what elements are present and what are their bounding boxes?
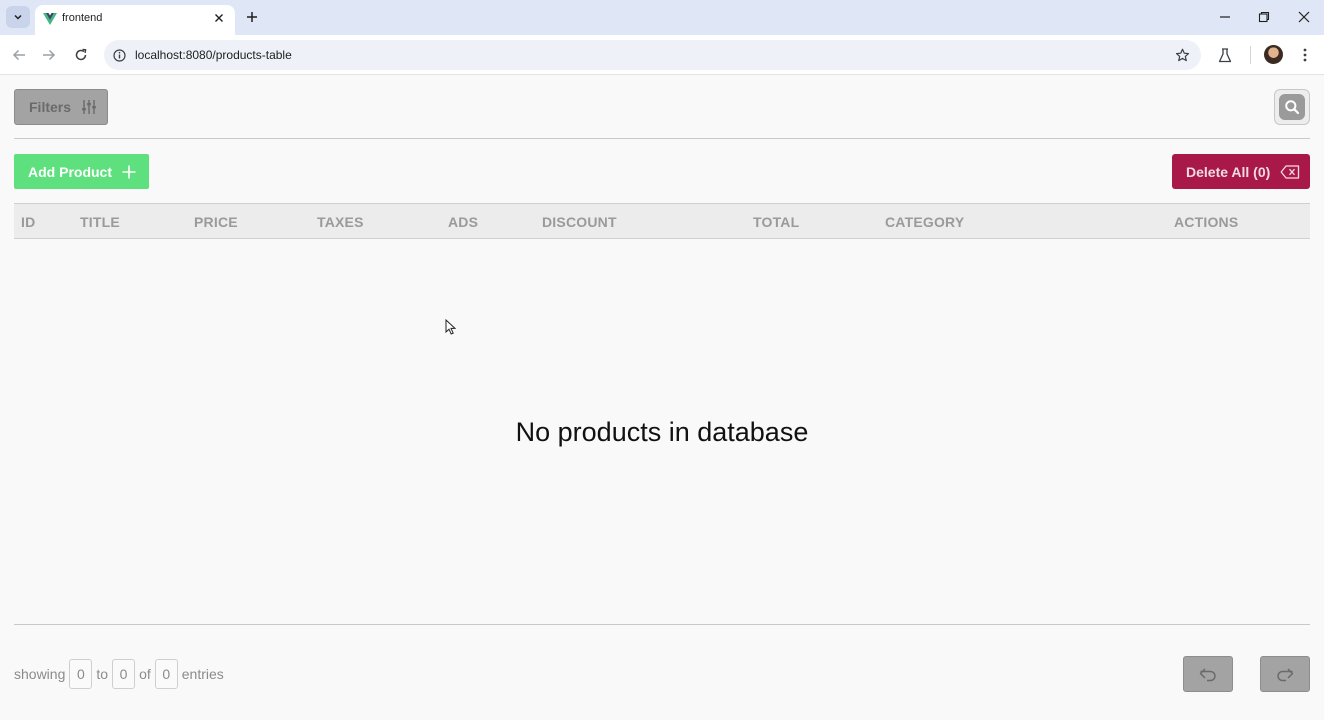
minimize-icon[interactable] bbox=[1216, 8, 1234, 26]
reload-icon[interactable] bbox=[70, 44, 92, 66]
table-header: ID TITLE PRICE TAXES ADS DISCOUNT TOTAL … bbox=[14, 203, 1310, 239]
delete-all-label: Delete All (0) bbox=[1186, 163, 1271, 180]
profile-avatar[interactable] bbox=[1264, 45, 1283, 64]
next-page-button[interactable] bbox=[1260, 656, 1310, 692]
site-info-icon[interactable] bbox=[111, 47, 127, 63]
add-product-label: Add Product bbox=[28, 163, 112, 180]
of-label: of bbox=[139, 666, 151, 682]
range-start-value: 0 bbox=[69, 659, 93, 689]
search-icon bbox=[1279, 94, 1305, 120]
column-header-discount[interactable]: DISCOUNT bbox=[542, 214, 617, 230]
close-tab-icon[interactable] bbox=[211, 10, 227, 26]
url-text: localhost:8080/products-table bbox=[135, 48, 292, 62]
close-window-icon[interactable] bbox=[1295, 8, 1313, 26]
toolbar-separator bbox=[1250, 46, 1251, 64]
column-header-title[interactable]: TITLE bbox=[80, 214, 120, 230]
column-header-ads[interactable]: ADS bbox=[448, 214, 478, 230]
to-label: to bbox=[96, 666, 109, 682]
column-header-category[interactable]: CATEGORY bbox=[885, 214, 964, 230]
undo-arrow-icon bbox=[1199, 668, 1216, 682]
pagination-info: showing 0 to 0 of 0 entries bbox=[14, 659, 224, 689]
kebab-menu-icon[interactable] bbox=[1294, 44, 1316, 66]
new-tab-plus-icon[interactable] bbox=[243, 8, 261, 26]
column-header-actions: ACTIONS bbox=[1174, 214, 1239, 230]
tab-search-chevron-icon[interactable] bbox=[6, 6, 30, 28]
vue-logo-icon bbox=[43, 13, 57, 25]
empty-state-message: No products in database bbox=[515, 417, 809, 447]
back-arrow-icon[interactable] bbox=[8, 44, 30, 66]
browser-tabbar: frontend bbox=[0, 0, 1324, 35]
filters-button[interactable]: Filters bbox=[14, 89, 108, 125]
divider bbox=[14, 138, 1310, 139]
labs-flask-icon[interactable] bbox=[1214, 44, 1236, 66]
column-header-total[interactable]: TOTAL bbox=[753, 214, 799, 230]
delete-all-button[interactable]: Delete All (0) bbox=[1172, 154, 1310, 189]
backspace-icon bbox=[1280, 164, 1300, 179]
tab-title: frontend bbox=[62, 12, 103, 24]
browser-toolbar: localhost:8080/products-table bbox=[0, 35, 1324, 75]
column-header-id[interactable]: ID bbox=[21, 214, 35, 230]
search-button[interactable] bbox=[1274, 89, 1310, 125]
sliders-icon bbox=[82, 100, 96, 114]
plus-icon bbox=[122, 165, 136, 178]
column-header-taxes[interactable]: TAXES bbox=[317, 214, 364, 230]
divider bbox=[14, 624, 1310, 625]
add-product-button[interactable]: Add Product bbox=[14, 154, 149, 189]
entries-label: entries bbox=[181, 666, 224, 682]
redo-arrow-icon bbox=[1277, 668, 1294, 682]
mouse-cursor-icon bbox=[445, 319, 457, 335]
forward-arrow-icon[interactable] bbox=[38, 44, 60, 66]
column-header-price[interactable]: PRICE bbox=[194, 214, 238, 230]
range-end-value: 0 bbox=[112, 659, 136, 689]
address-bar[interactable]: localhost:8080/products-table bbox=[104, 40, 1201, 70]
total-entries-value: 0 bbox=[154, 659, 178, 689]
restore-icon[interactable] bbox=[1255, 8, 1273, 26]
browser-tab[interactable]: frontend bbox=[35, 5, 235, 35]
bookmark-star-icon[interactable] bbox=[1173, 46, 1191, 64]
filters-label: Filters bbox=[29, 99, 72, 115]
showing-label: showing bbox=[14, 666, 66, 682]
previous-page-button[interactable] bbox=[1183, 656, 1233, 692]
